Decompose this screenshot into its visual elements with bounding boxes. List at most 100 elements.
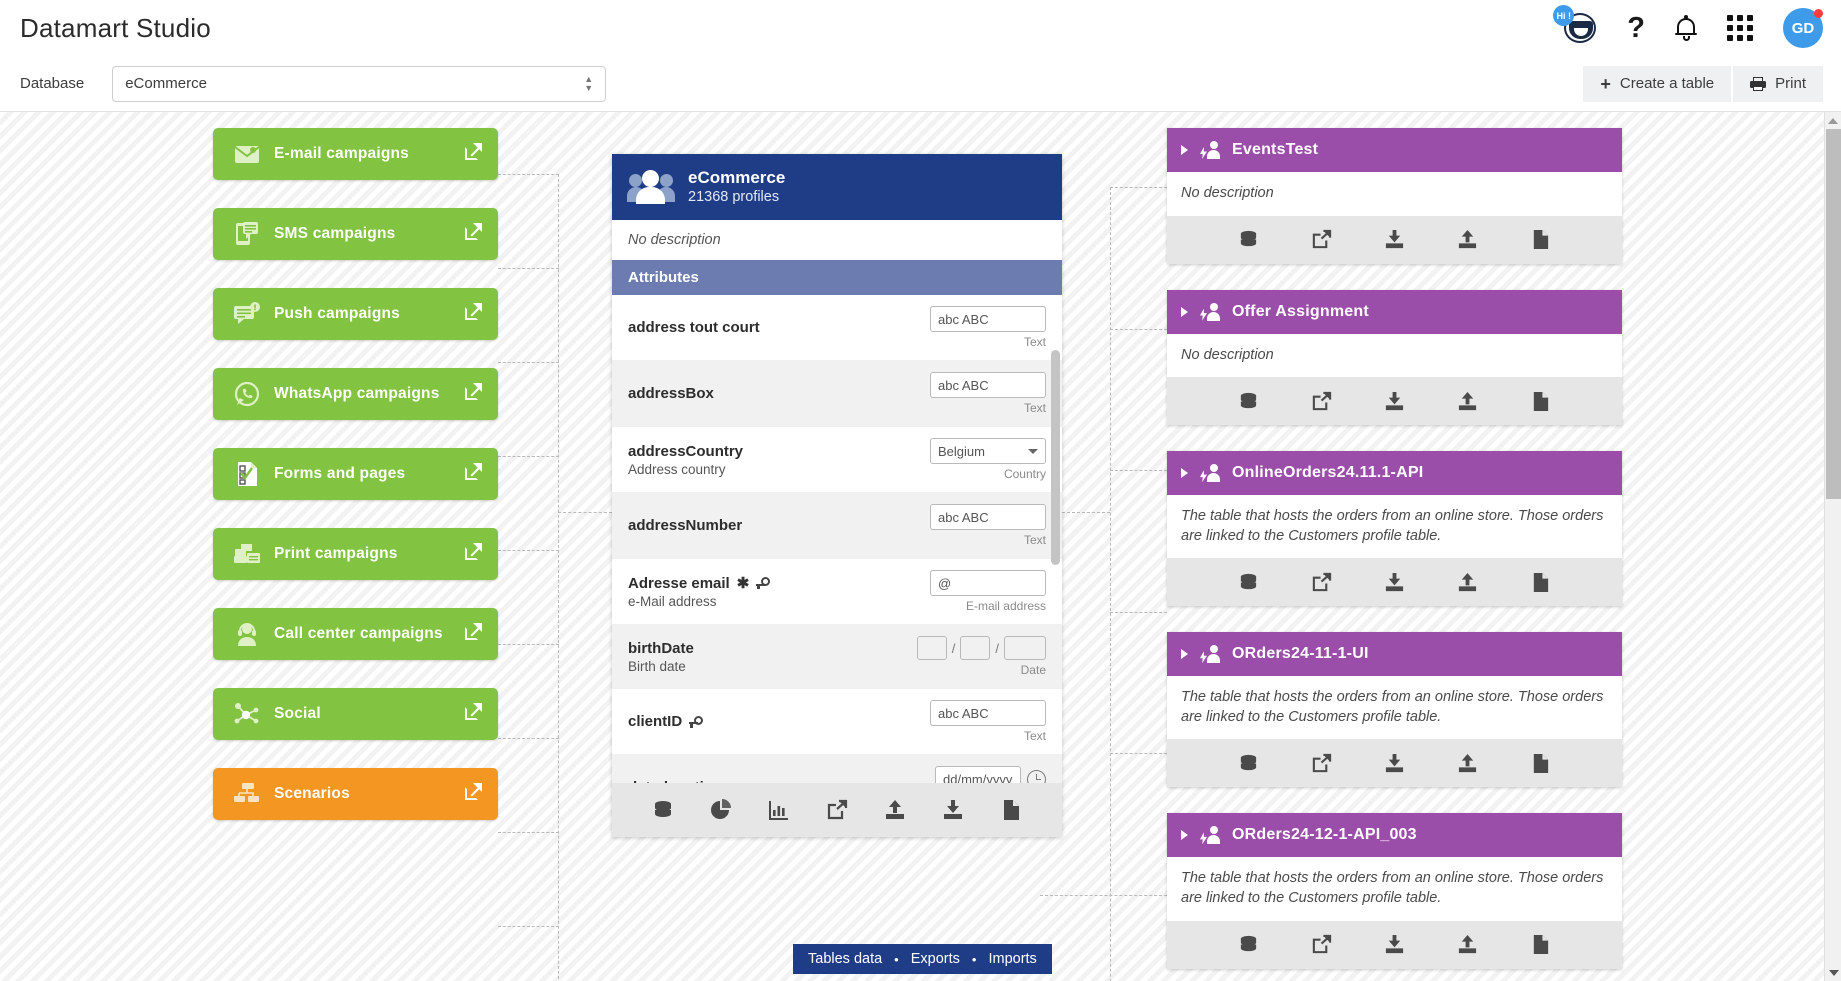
attribute-input[interactable]: @ bbox=[930, 570, 1046, 597]
date-year-input[interactable] bbox=[1004, 636, 1046, 661]
bar-chart-icon[interactable] bbox=[768, 799, 790, 821]
external-link-icon[interactable] bbox=[465, 303, 482, 325]
upload-icon[interactable] bbox=[1457, 934, 1478, 955]
external-link-icon[interactable] bbox=[826, 799, 848, 821]
legend-item-imports[interactable]: Imports bbox=[988, 951, 1036, 967]
attribute-input[interactable]: abc ABC bbox=[930, 372, 1046, 399]
print-button[interactable]: Print bbox=[1733, 65, 1823, 102]
external-link-icon[interactable] bbox=[465, 143, 482, 165]
attribute-row[interactable]: datedonation dd/mm/yyyy Date and hour bbox=[612, 755, 1062, 783]
scroll-down-arrow-icon[interactable] bbox=[1825, 964, 1841, 981]
help-icon[interactable]: ? bbox=[1627, 13, 1645, 43]
ai-assistant-icon[interactable]: Hi ! bbox=[1553, 5, 1597, 47]
table-card-header[interactable]: ORders24-12-1-API_003 bbox=[1167, 813, 1622, 858]
attribute-input[interactable]: abc ABC bbox=[930, 306, 1046, 333]
external-link-icon[interactable] bbox=[1311, 391, 1332, 412]
upload-icon[interactable] bbox=[884, 799, 906, 821]
expand-triangle-icon[interactable] bbox=[1181, 649, 1188, 660]
upload-icon[interactable] bbox=[1457, 572, 1478, 593]
clock-icon[interactable] bbox=[1027, 769, 1046, 783]
database-icon[interactable] bbox=[1238, 391, 1259, 412]
download-icon[interactable] bbox=[1384, 934, 1405, 955]
table-card-header[interactable]: Offer Assignment bbox=[1167, 289, 1622, 334]
external-link-icon[interactable] bbox=[465, 223, 482, 245]
expand-triangle-icon[interactable] bbox=[1181, 468, 1188, 479]
expand-triangle-icon[interactable] bbox=[1181, 306, 1188, 317]
upload-icon[interactable] bbox=[1457, 391, 1478, 412]
scrollbar-thumb[interactable] bbox=[1826, 129, 1841, 499]
notifications-bell-icon[interactable] bbox=[1675, 15, 1697, 41]
database-icon[interactable] bbox=[1238, 229, 1259, 250]
download-icon[interactable] bbox=[942, 799, 964, 821]
profile-panel-header[interactable]: eCommerce 21368 profiles bbox=[612, 154, 1062, 221]
external-link-icon[interactable] bbox=[465, 543, 482, 565]
attributes-list[interactable]: address tout court abc ABC Text addressB… bbox=[612, 295, 1062, 783]
document-icon[interactable] bbox=[1530, 572, 1551, 593]
document-icon[interactable] bbox=[1530, 753, 1551, 774]
download-icon[interactable] bbox=[1384, 229, 1405, 250]
document-icon[interactable] bbox=[1530, 229, 1551, 250]
attribute-row[interactable]: address tout court abc ABC Text bbox=[612, 295, 1062, 362]
sidebar-item-scenarios[interactable]: Scenarios bbox=[213, 768, 498, 820]
attributes-scrollbar-thumb[interactable] bbox=[1051, 350, 1060, 566]
external-link-icon[interactable] bbox=[1311, 934, 1332, 955]
pie-chart-icon[interactable] bbox=[710, 799, 732, 821]
database-icon[interactable] bbox=[1238, 934, 1259, 955]
legend-item-exports[interactable]: Exports bbox=[911, 951, 960, 967]
page-scrollbar[interactable] bbox=[1824, 112, 1841, 981]
datehour-input-group[interactable]: dd/mm/yyyy bbox=[935, 766, 1046, 783]
scroll-up-arrow-icon[interactable] bbox=[1825, 112, 1841, 129]
external-link-icon[interactable] bbox=[1311, 572, 1332, 593]
external-link-icon[interactable] bbox=[1311, 229, 1332, 250]
table-card-header[interactable]: EventsTest bbox=[1167, 128, 1622, 172]
attribute-row[interactable]: addressNumber abc ABC Text bbox=[612, 493, 1062, 560]
database-icon[interactable] bbox=[1238, 572, 1259, 593]
attribute-row[interactable]: addressCountry Address country Belgium C… bbox=[612, 427, 1062, 494]
database-select[interactable]: eCommerce ▲ ▼ bbox=[112, 65, 607, 102]
database-icon[interactable] bbox=[1238, 753, 1259, 774]
external-link-icon[interactable] bbox=[465, 463, 482, 485]
sidebar-item-social[interactable]: Social bbox=[213, 688, 498, 740]
avatar[interactable]: GD bbox=[1783, 8, 1823, 48]
table-card-header[interactable]: OnlineOrders24.11.1-API bbox=[1167, 451, 1622, 496]
sidebar-item-push-campaigns[interactable]: Push campaigns bbox=[213, 288, 498, 340]
external-link-icon[interactable] bbox=[465, 783, 482, 805]
sidebar-item-forms-and-pages[interactable]: Forms and pages bbox=[213, 448, 498, 500]
sidebar-item-call-center-campaigns[interactable]: Call center campaigns bbox=[213, 608, 498, 660]
download-icon[interactable] bbox=[1384, 572, 1405, 593]
sidebar-item-email-campaigns[interactable]: E-mail campaigns bbox=[213, 128, 498, 180]
table-card-toolbar bbox=[1167, 215, 1622, 264]
external-link-icon[interactable] bbox=[1311, 753, 1332, 774]
download-icon[interactable] bbox=[1384, 753, 1405, 774]
sidebar-item-print-campaigns[interactable]: Print campaigns bbox=[213, 528, 498, 580]
database-icon[interactable] bbox=[652, 799, 674, 821]
attribute-row[interactable]: clientID abc ABC Text bbox=[612, 689, 1062, 756]
download-icon[interactable] bbox=[1384, 391, 1405, 412]
document-icon[interactable] bbox=[1000, 799, 1022, 821]
external-link-icon[interactable] bbox=[465, 383, 482, 405]
app-grid-icon[interactable] bbox=[1727, 15, 1753, 41]
document-icon[interactable] bbox=[1530, 391, 1551, 412]
table-card-header[interactable]: ORders24-11-1-UI bbox=[1167, 632, 1622, 677]
expand-triangle-icon[interactable] bbox=[1181, 145, 1188, 155]
date-day-input[interactable] bbox=[916, 636, 947, 661]
datehour-input[interactable]: dd/mm/yyyy bbox=[935, 766, 1021, 783]
attribute-select[interactable]: Belgium bbox=[930, 438, 1046, 465]
upload-icon[interactable] bbox=[1457, 229, 1478, 250]
attribute-row[interactable]: Adresse email ✱ e-Mail address @ E-mail … bbox=[612, 559, 1062, 626]
expand-triangle-icon[interactable] bbox=[1181, 830, 1188, 841]
attribute-row[interactable]: birthDate Birth date / / Date bbox=[612, 625, 1062, 690]
sidebar-item-sms-campaigns[interactable]: SMS campaigns bbox=[213, 208, 498, 260]
legend-item-tables-data[interactable]: Tables data bbox=[808, 951, 882, 967]
document-icon[interactable] bbox=[1530, 934, 1551, 955]
external-link-icon[interactable] bbox=[465, 703, 482, 725]
sidebar-item-whatsapp-campaigns[interactable]: WhatsApp campaigns bbox=[213, 368, 498, 420]
upload-icon[interactable] bbox=[1457, 753, 1478, 774]
date-month-input[interactable] bbox=[960, 636, 991, 661]
create-table-button[interactable]: + Create a table bbox=[1583, 65, 1732, 102]
date-input-group[interactable]: / / bbox=[916, 636, 1046, 661]
attribute-input[interactable]: abc ABC bbox=[930, 700, 1046, 727]
attribute-input[interactable]: abc ABC bbox=[930, 504, 1046, 531]
external-link-icon[interactable] bbox=[465, 623, 482, 645]
attribute-row[interactable]: addressBox abc ABC Text bbox=[612, 361, 1062, 428]
